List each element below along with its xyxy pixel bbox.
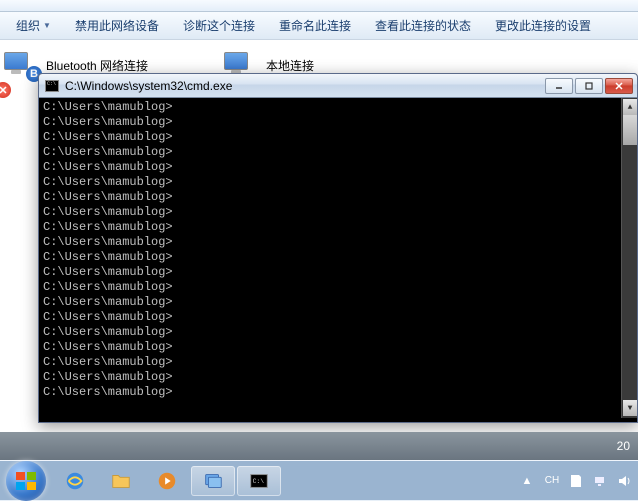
disable-label: 禁用此网络设备 <box>75 17 159 34</box>
cmd-prompt-line: C:\Users\mamublog> <box>43 235 633 250</box>
network-tray-icon[interactable] <box>592 473 608 489</box>
taskbar: C:\ ▲ CH <box>0 460 638 500</box>
cmd-prompt-line: C:\Users\mamublog> <box>43 130 633 145</box>
close-icon <box>614 81 624 91</box>
ie-icon <box>61 470 89 492</box>
media-player-icon <box>153 470 181 492</box>
cmd-prompt-line: C:\Users\mamublog> <box>43 325 633 340</box>
cmd-title: C:\Windows\system32\cmd.exe <box>65 79 539 93</box>
local-label: 本地连接 <box>266 57 314 74</box>
maximize-button[interactable] <box>575 78 603 94</box>
taskbar-network-button[interactable] <box>191 466 235 496</box>
cmd-terminal[interactable]: C:\Users\mamublog>C:\Users\mamublog>C:\U… <box>39 98 637 418</box>
system-tray: ▲ CH <box>518 472 632 490</box>
cmd-prompt-line: C:\Users\mamublog> <box>43 385 633 400</box>
organize-label: 组织 <box>16 17 40 34</box>
volume-icon[interactable] <box>616 473 632 489</box>
svg-text:C:\: C:\ <box>253 477 265 484</box>
cmd-icon: C:\ <box>245 470 273 492</box>
tray-overflow-button[interactable]: ▲ <box>518 472 536 490</box>
cmd-prompt-line: C:\Users\mamublog> <box>43 310 633 325</box>
change-label: 更改此连接的设置 <box>495 17 591 34</box>
minimize-button[interactable] <box>545 78 573 94</box>
scroll-thumb[interactable] <box>623 115 637 145</box>
cmd-prompt-line: C:\Users\mamublog> <box>43 220 633 235</box>
bluetooth-label: Bluetooth 网络连接 <box>46 57 148 74</box>
explorer-statusbar: 20 <box>0 432 638 460</box>
change-settings-button[interactable]: 更改此连接的设置 <box>483 13 603 38</box>
cmd-window[interactable]: C:\Windows\system32\cmd.exe C:\Users\mam… <box>38 73 638 423</box>
start-button[interactable] <box>6 461 46 501</box>
tray-lang-indicator[interactable]: CH <box>544 473 560 489</box>
disable-device-button[interactable]: 禁用此网络设备 <box>63 13 171 38</box>
diagnose-button[interactable]: 诊断这个连接 <box>171 13 267 38</box>
organize-button[interactable]: 组织 ▼ <box>4 13 63 38</box>
cmd-prompt-line: C:\Users\mamublog> <box>43 205 633 220</box>
taskbar-explorer-button[interactable] <box>99 466 143 496</box>
cmd-prompt-line: C:\Users\mamublog> <box>43 160 633 175</box>
view-status-button[interactable]: 查看此连接的状态 <box>363 13 483 38</box>
rename-label: 重命名此连接 <box>279 17 351 34</box>
cmd-prompt-line: C:\Users\mamublog> <box>43 340 633 355</box>
diagnose-label: 诊断这个连接 <box>183 17 255 34</box>
cmd-prompt-line: C:\Users\mamublog> <box>43 190 633 205</box>
cmd-prompt-line: C:\Users\mamublog> <box>43 265 633 280</box>
network-window-icon <box>199 470 227 492</box>
windows-logo-icon <box>16 472 36 490</box>
cmd-output: C:\Users\mamublog>C:\Users\mamublog>C:\U… <box>43 100 633 400</box>
action-center-icon[interactable] <box>568 473 584 489</box>
network-adapter-icon: ✕ B <box>2 50 38 80</box>
cmd-prompt-line: C:\Users\mamublog> <box>43 145 633 160</box>
cmd-prompt-line: C:\Users\mamublog> <box>43 250 633 265</box>
cmd-prompt-line: C:\Users\mamublog> <box>43 280 633 295</box>
cmd-system-icon[interactable] <box>45 80 59 92</box>
folder-icon <box>107 470 135 492</box>
explorer-top-border <box>0 0 638 12</box>
minimize-icon <box>554 81 564 91</box>
status-count: 20 <box>617 439 630 453</box>
rename-button[interactable]: 重命名此连接 <box>267 13 363 38</box>
cmd-prompt-line: C:\Users\mamublog> <box>43 355 633 370</box>
cmd-prompt-line: C:\Users\mamublog> <box>43 295 633 310</box>
status-label: 查看此连接的状态 <box>375 17 471 34</box>
chevron-down-icon: ▼ <box>43 21 51 30</box>
window-button-group <box>545 78 633 94</box>
maximize-icon <box>584 81 594 91</box>
cmd-prompt-line: C:\Users\mamublog> <box>43 115 633 130</box>
cmd-scrollbar[interactable]: ▲ ▼ <box>621 98 637 418</box>
taskbar-cmd-button[interactable]: C:\ <box>237 466 281 496</box>
scroll-down-button[interactable]: ▼ <box>623 400 637 416</box>
cmd-prompt-line: C:\Users\mamublog> <box>43 100 633 115</box>
scroll-up-button[interactable]: ▲ <box>623 99 637 115</box>
cmd-prompt-line: C:\Users\mamublog> <box>43 370 633 385</box>
cmd-prompt-line: C:\Users\mamublog> <box>43 175 633 190</box>
explorer-toolbar: 组织 ▼ 禁用此网络设备 诊断这个连接 重命名此连接 查看此连接的状态 更改此连… <box>0 12 638 40</box>
close-button[interactable] <box>605 78 633 94</box>
cmd-titlebar[interactable]: C:\Windows\system32\cmd.exe <box>39 74 637 98</box>
taskbar-media-button[interactable] <box>145 466 189 496</box>
disabled-x-icon: ✕ <box>0 82 11 98</box>
taskbar-ie-button[interactable] <box>53 466 97 496</box>
